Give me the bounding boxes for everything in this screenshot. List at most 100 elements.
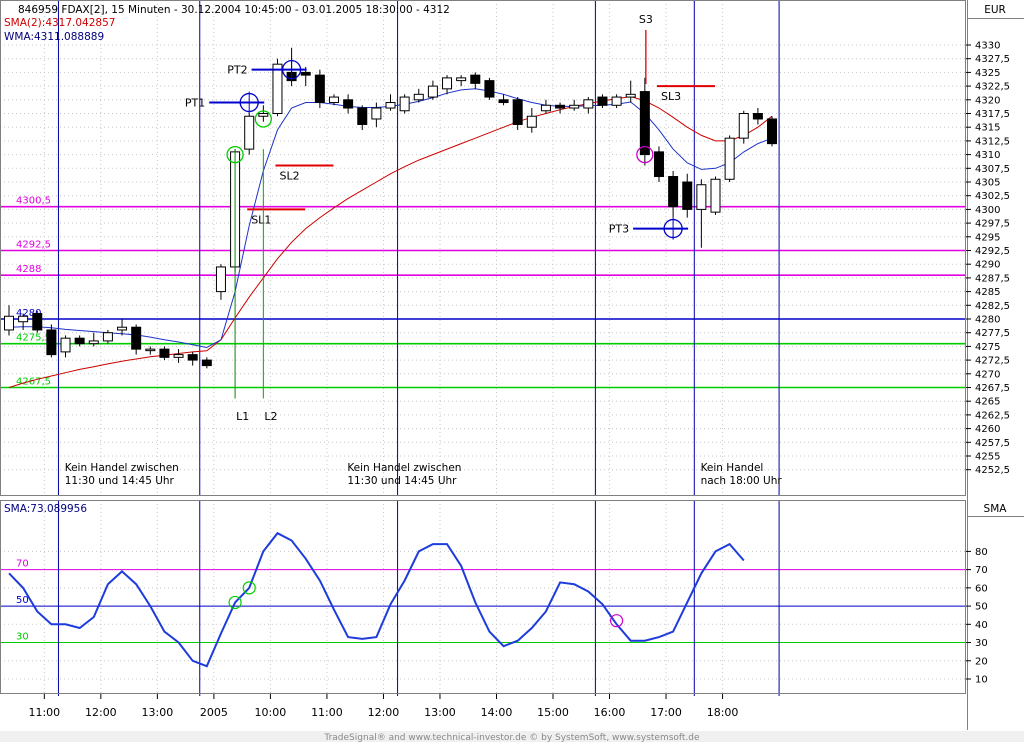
chart-window: 4300,5 4292,5 4288 4280 4275,5 4267,5 70 50 30 K… bbox=[0, 0, 1024, 743]
price-tick-label: 4265 bbox=[975, 397, 1000, 408]
candle-body bbox=[413, 93, 424, 101]
candle-body bbox=[569, 104, 580, 109]
candle bbox=[244, 113, 255, 155]
price-tick-label: 4295 bbox=[975, 232, 1000, 243]
time-tick-label: 11:00 bbox=[28, 706, 60, 719]
candle-body bbox=[710, 178, 721, 213]
price-tick-label: 4270 bbox=[975, 369, 1000, 380]
sma-axis-title: SMA bbox=[984, 503, 1008, 515]
footer-credit: TradeSignal® and www.technical-investor.… bbox=[323, 733, 700, 742]
time-tick-label: 15:00 bbox=[537, 706, 569, 719]
no-trade-note: 11:30 und 14:45 Uhr bbox=[347, 475, 457, 487]
time-tick-label: 16:00 bbox=[594, 706, 626, 719]
candle-body bbox=[752, 113, 763, 120]
level-label: 4292,5 bbox=[16, 240, 51, 251]
candle-body bbox=[498, 99, 509, 104]
level-label: 30 bbox=[16, 632, 29, 643]
candle-body bbox=[696, 184, 707, 210]
candle-body bbox=[738, 113, 749, 139]
long-entry-label: L2 bbox=[264, 410, 277, 423]
no-trade-note: Kein Handel zwischen bbox=[65, 462, 179, 474]
candle-body bbox=[442, 77, 453, 90]
time-tick-label: 12:00 bbox=[85, 706, 117, 719]
candle-body bbox=[159, 348, 170, 358]
price-tick-label: 4330 bbox=[975, 41, 1000, 52]
time-tick-label: 2005 bbox=[200, 706, 228, 719]
sma-tick-label: 20 bbox=[975, 656, 988, 667]
lower-panel-label: SMA:73.089956 bbox=[4, 503, 87, 515]
candle-body bbox=[540, 104, 551, 112]
candle-body bbox=[597, 96, 608, 106]
time-tick-label: 13:00 bbox=[142, 706, 174, 719]
pt-label: PT1 bbox=[185, 97, 205, 110]
no-trade-note: nach 18:00 Uhr bbox=[701, 475, 783, 487]
price-tick-label: 4282,5 bbox=[975, 301, 1010, 312]
price-tick-label: 4290 bbox=[975, 260, 1000, 271]
candle bbox=[484, 77, 495, 100]
no-trade-note: Kein Handel bbox=[701, 462, 764, 474]
candle-body bbox=[201, 359, 212, 367]
price-tick-label: 4310 bbox=[975, 150, 1000, 161]
candle-body bbox=[173, 354, 184, 358]
price-tick-label: 4275 bbox=[975, 342, 1000, 353]
candle-body bbox=[343, 99, 354, 109]
sma-tick-label: 60 bbox=[975, 583, 988, 594]
candle-body bbox=[117, 326, 128, 331]
time-tick-label: 17:00 bbox=[650, 706, 682, 719]
level-label: 4288 bbox=[16, 264, 41, 275]
sma-tick-label: 30 bbox=[975, 638, 988, 649]
price-tick-label: 4262,5 bbox=[975, 410, 1010, 421]
time-tick-label: 11:00 bbox=[311, 706, 343, 719]
candle-body bbox=[668, 176, 679, 208]
sma-tick-label: 40 bbox=[975, 620, 988, 631]
main-plot-area bbox=[0, 0, 966, 496]
price-tick-label: 4287,5 bbox=[975, 273, 1010, 284]
level-label: 4275,5 bbox=[16, 333, 51, 344]
time-tick-label: 10:00 bbox=[255, 706, 287, 719]
price-tick-label: 4317,5 bbox=[975, 109, 1010, 120]
candle-body bbox=[4, 315, 14, 331]
candle-body bbox=[470, 74, 481, 84]
candle bbox=[272, 58, 283, 117]
sma-tick-label: 50 bbox=[975, 602, 988, 613]
no-trade-note: 11:30 und 14:45 Uhr bbox=[65, 475, 175, 487]
sma-tick-label: 70 bbox=[975, 565, 988, 576]
candle-body bbox=[357, 107, 368, 125]
price-tick-label: 4297,5 bbox=[975, 219, 1010, 230]
price-tick-label: 4280 bbox=[975, 315, 1000, 326]
candle bbox=[710, 176, 721, 215]
time-tick-label: 13:00 bbox=[424, 706, 456, 719]
candle-body bbox=[102, 332, 113, 342]
price-tick-label: 4305 bbox=[975, 178, 1000, 189]
sma-tick-label: 80 bbox=[975, 547, 988, 558]
price-tick-label: 4260 bbox=[975, 424, 1000, 435]
sma-tick-label: 10 bbox=[975, 675, 988, 686]
price-tick-label: 4320 bbox=[975, 95, 1000, 106]
price-tick-label: 4322,5 bbox=[975, 82, 1010, 93]
price-tick-label: 4277,5 bbox=[975, 328, 1010, 339]
candle-body bbox=[88, 340, 99, 345]
short-entry-label: S3 bbox=[639, 13, 653, 26]
candle-body bbox=[272, 63, 283, 114]
candle-body bbox=[512, 99, 523, 125]
price-tick-label: 4327,5 bbox=[975, 54, 1010, 65]
level-label: 70 bbox=[16, 559, 29, 570]
candle-body bbox=[60, 337, 71, 353]
candle-body bbox=[187, 354, 198, 361]
candle bbox=[653, 146, 664, 182]
price-tick-label: 4257,5 bbox=[975, 438, 1010, 449]
chart-svg: 4300,5 4292,5 4288 4280 4275,5 4267,5 70 50 30 K… bbox=[0, 0, 1024, 743]
long-entry-label: L1 bbox=[236, 410, 249, 423]
sl-label: SL2 bbox=[279, 170, 299, 183]
candle-body bbox=[484, 80, 495, 98]
candle-body bbox=[611, 96, 622, 106]
time-tick-label: 14:00 bbox=[481, 706, 513, 719]
price-tick-label: 4300 bbox=[975, 205, 1000, 216]
price-tick-label: 4272,5 bbox=[975, 356, 1010, 367]
price-tick-label: 4267,5 bbox=[975, 383, 1010, 394]
candle-body bbox=[653, 151, 664, 178]
price-tick-label: 4325 bbox=[975, 68, 1000, 79]
price-tick-label: 4255 bbox=[975, 452, 1000, 463]
candle-body bbox=[427, 85, 438, 98]
candle-body bbox=[625, 93, 636, 98]
